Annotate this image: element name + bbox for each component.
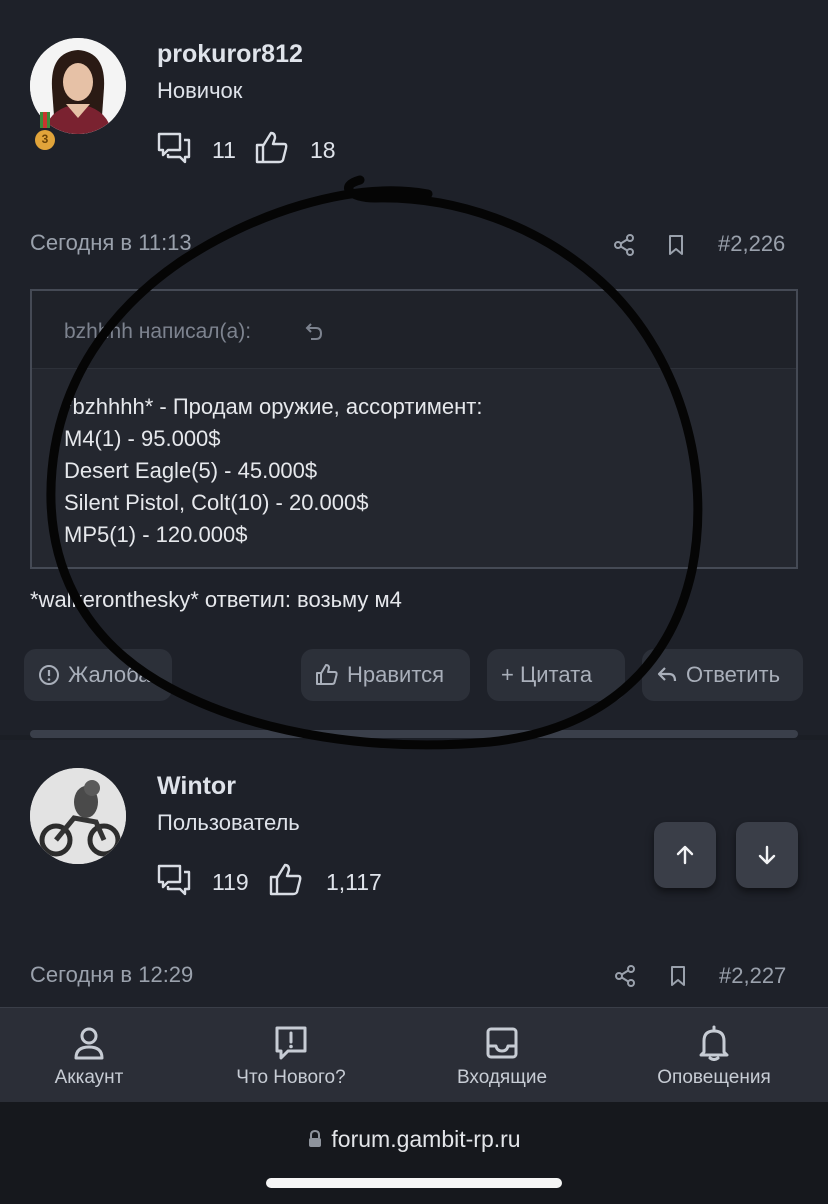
inbox-icon <box>486 1027 518 1059</box>
url-text: forum.gambit-rp.ru <box>331 1126 521 1152</box>
forum-thread-page: 3 prokuror812 Новичок 11 18 Сегодня в 11… <box>0 0 828 1204</box>
tab-notifications-label: Оповещения <box>657 1067 771 1088</box>
home-indicator[interactable] <box>266 1178 562 1188</box>
tab-notifications[interactable]: Оповещения <box>641 1008 787 1103</box>
bottom-tab-bar: Аккаунт Что Нового? Входящие Оповещения <box>0 1007 828 1102</box>
tab-whats-new-label: Что Нового? <box>236 1067 346 1088</box>
tab-whats-new[interactable]: Что Нового? <box>221 1008 361 1103</box>
bell-icon <box>699 1025 729 1061</box>
lock-icon <box>309 1129 322 1147</box>
whats-new-icon <box>275 1026 307 1060</box>
browser-url-bar[interactable]: forum.gambit-rp.ru <box>0 1102 828 1204</box>
tab-account[interactable]: Аккаунт <box>29 1008 149 1103</box>
tab-inbox[interactable]: Входящие <box>437 1008 567 1103</box>
url-display[interactable]: forum.gambit-rp.ru <box>0 1126 828 1153</box>
user-icon <box>74 1027 104 1060</box>
tab-inbox-label: Входящие <box>456 1067 548 1088</box>
tab-account-label: Аккаунт <box>54 1067 124 1088</box>
